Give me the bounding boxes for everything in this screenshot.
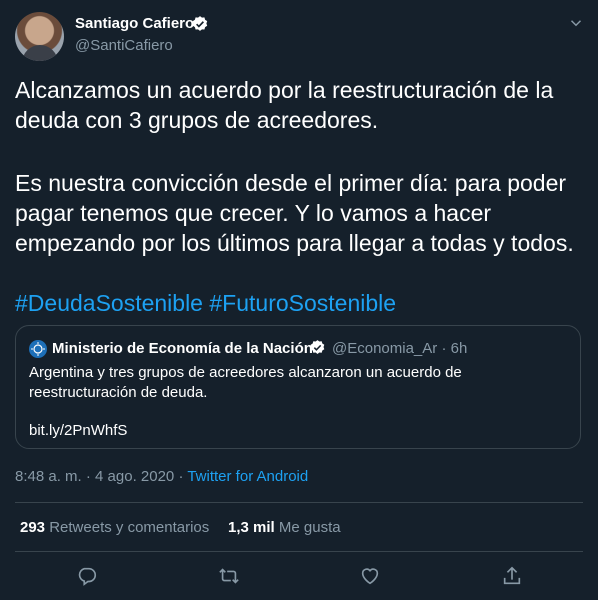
source-link[interactable]: Twitter for Android <box>187 468 308 485</box>
heart-icon[interactable] <box>359 565 381 587</box>
verified-badge-icon <box>192 16 208 31</box>
retweets-label: Retweets y comentarios <box>49 519 210 536</box>
author-display-name[interactable]: Santiago Cafiero <box>75 15 194 32</box>
hashtag-futuro-sostenible[interactable]: #FuturoSostenible <box>209 290 396 316</box>
hashtags: #DeudaSostenible #FuturoSostenible <box>15 288 396 318</box>
divider <box>15 502 583 503</box>
reply-icon[interactable] <box>76 565 98 587</box>
timestamp[interactable]: 8:48 a. m. · 4 ago. 2020 · <box>15 468 187 485</box>
likes-stat[interactable]: 1,3 mil Me gusta <box>228 519 341 536</box>
tweet-text-paragraph-2: Es nuestra convicción desde el primer dí… <box>15 170 574 256</box>
quoted-avatar <box>29 340 47 358</box>
author-handle[interactable]: @SantiCafiero <box>75 37 173 54</box>
retweets-count: 293 <box>20 519 46 536</box>
quoted-link[interactable]: bit.ly/2PnWhfS <box>29 422 127 439</box>
author-avatar[interactable] <box>15 12 64 61</box>
avatar-shoulders <box>22 45 58 61</box>
tweet-card: Santiago Cafiero @SantiCafiero Alcanzamo… <box>0 0 598 600</box>
divider <box>15 551 583 552</box>
hashtag-deuda-sostenible[interactable]: #DeudaSostenible <box>15 290 203 316</box>
retweet-icon[interactable] <box>218 565 240 587</box>
likes-count: 1,3 mil <box>228 519 275 536</box>
chevron-down-icon[interactable] <box>567 14 585 32</box>
sun-emblem-icon <box>31 342 45 356</box>
tweet-text-paragraph-1: Alcanzamos un acuerdo por la reestructur… <box>15 77 554 133</box>
quoted-handle-time: @Economia_Ar · 6h <box>332 340 468 357</box>
tweet-meta: 8:48 a. m. · 4 ago. 2020 · Twitter for A… <box>15 468 308 485</box>
share-icon[interactable] <box>501 565 523 587</box>
retweets-stat[interactable]: 293 Retweets y comentarios <box>20 519 209 536</box>
quoted-display-name: Ministerio de Economía de la Nación <box>52 340 313 357</box>
likes-label: Me gusta <box>278 519 341 536</box>
quoted-text: Argentina y tres grupos de acreedores al… <box>29 364 462 401</box>
quoted-tweet[interactable]: Ministerio de Economía de la Nación @Eco… <box>15 325 581 449</box>
quoted-verified-badge-icon <box>310 340 325 354</box>
